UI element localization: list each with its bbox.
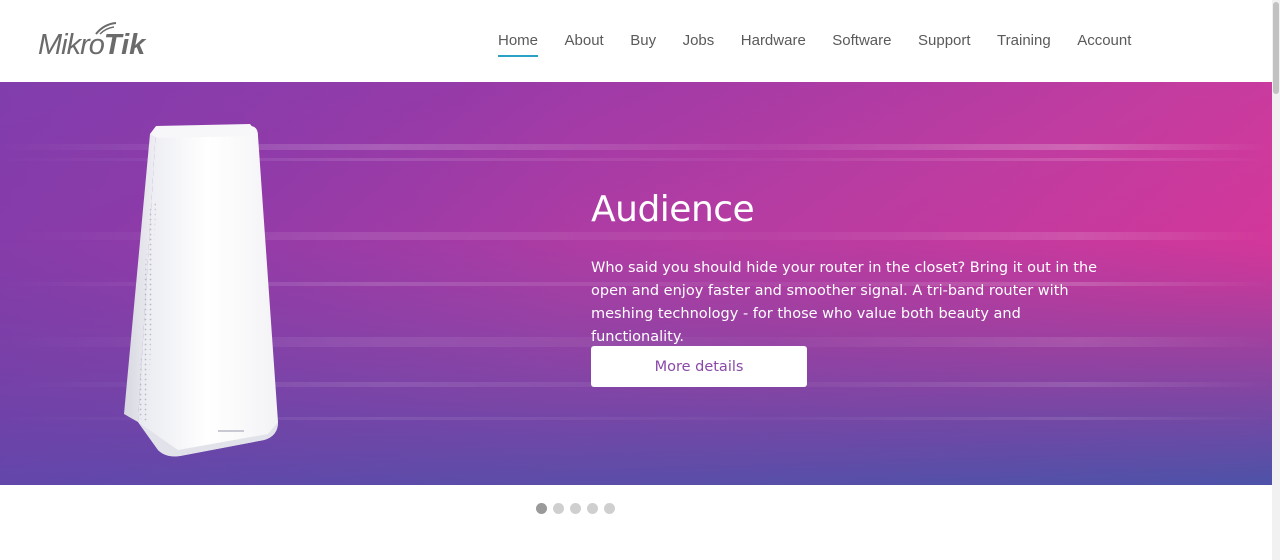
page: Mikro Tik Home About Buy Jobs Hardware So… [0,0,1280,560]
carousel-dot-5[interactable] [604,503,615,514]
nav-item-jobs[interactable]: Jobs [671,28,727,57]
more-details-button[interactable]: More details [591,346,807,387]
main-nav: Home About Buy Jobs Hardware Software Su… [486,28,1146,57]
page-scrollbar[interactable] [1272,0,1280,560]
carousel-dots [536,503,615,514]
carousel-dot-1[interactable] [536,503,547,514]
nav-item-training[interactable]: Training [985,28,1063,57]
hero-description: Who said you should hide your router in … [591,260,1098,345]
hero-title: Audience [591,189,755,230]
nav-item-support[interactable]: Support [906,28,983,57]
site-header: Mikro Tik Home About Buy Jobs Hardware So… [0,0,1272,82]
nav-item-home[interactable]: Home [486,28,550,57]
carousel-dot-2[interactable] [553,503,564,514]
nav-item-software[interactable]: Software [820,28,903,57]
nav-item-buy[interactable]: Buy [618,28,668,57]
nav-item-account[interactable]: Account [1065,28,1143,57]
nav-item-hardware[interactable]: Hardware [729,28,818,57]
hero-banner: Audience Who said you should hide your r… [0,82,1272,485]
logo-swoosh-icon [95,22,117,35]
mikrotik-logo[interactable]: Mikro Tik [38,22,145,62]
nav-item-about[interactable]: About [553,28,616,57]
carousel-dot-4[interactable] [587,503,598,514]
carousel-dot-3[interactable] [570,503,581,514]
scrollbar-thumb[interactable] [1273,2,1279,94]
router-image [124,124,278,457]
